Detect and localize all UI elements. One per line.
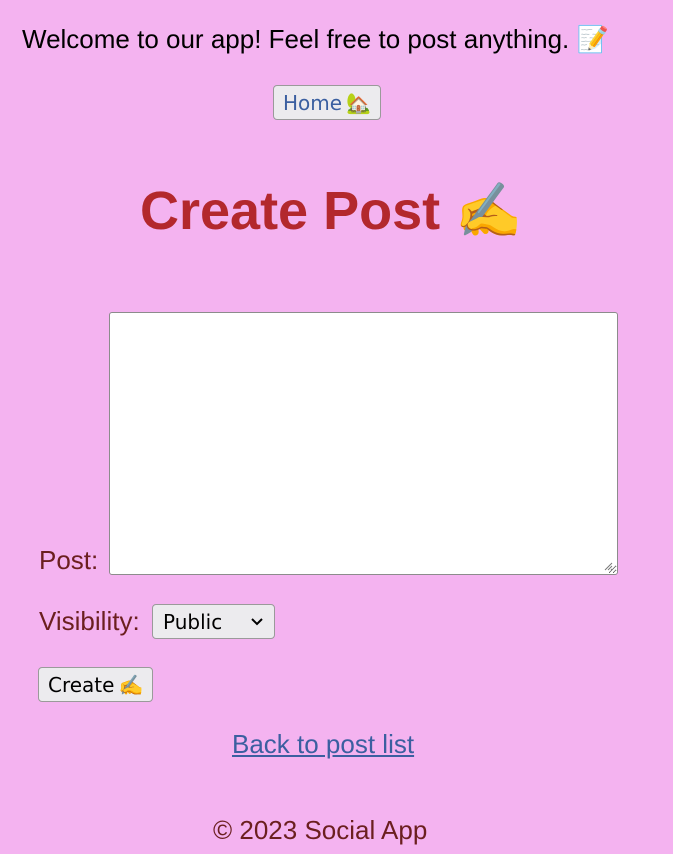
- footer-copyright: © 2023 Social App: [213, 815, 428, 845]
- page-title-text: Create Post: [140, 181, 441, 241]
- welcome-message: Welcome to our app! Feel free to post an…: [22, 24, 609, 55]
- house-icon: 🏡: [346, 90, 371, 115]
- post-label: Post:: [39, 545, 99, 575]
- create-button-label: Create: [48, 672, 115, 697]
- memo-icon: 📝: [576, 24, 609, 54]
- home-button[interactable]: Home 🏡: [273, 85, 381, 120]
- writing-hand-icon: ✍️: [455, 181, 523, 241]
- visibility-label: Visibility:: [39, 606, 140, 636]
- page-title: Create Post ✍️: [140, 180, 522, 243]
- visibility-select[interactable]: Public: [152, 604, 275, 639]
- writing-hand-icon: ✍️: [118, 672, 144, 697]
- post-textarea[interactable]: [109, 312, 618, 575]
- home-button-label: Home: [283, 90, 343, 115]
- create-button[interactable]: Create ✍️: [38, 667, 154, 702]
- visibility-selected-value: Public: [163, 609, 223, 634]
- chevron-down-icon: [251, 617, 263, 625]
- welcome-text: Welcome to our app! Feel free to post an…: [22, 24, 570, 54]
- back-to-post-list-link[interactable]: Back to post list: [232, 729, 414, 760]
